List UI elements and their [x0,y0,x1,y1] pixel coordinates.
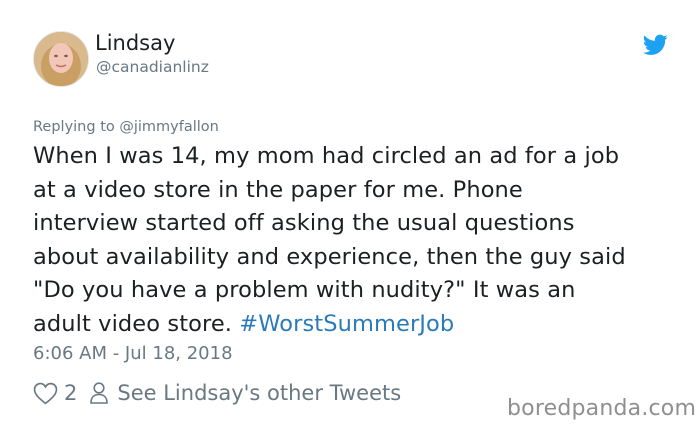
tweet-line: "Do you have a problem with nudity?" It … [33,277,576,303]
twitter-bird-icon[interactable] [642,34,668,56]
tweet-timestamp[interactable]: 6:06 AM - Jul 18, 2018 [33,343,233,364]
tweet-line: at a video store in the paper for me. Ph… [33,176,523,203]
tweet-line: about availability and experience, then … [33,243,626,270]
like-count[interactable]: 2 [64,381,77,405]
heart-icon[interactable] [33,382,58,405]
user-handle[interactable]: @canadianlinz [96,58,209,77]
replying-to[interactable]: Replying to @jimmyfallon [33,119,219,135]
avatar[interactable] [33,31,89,87]
tweet-text: When I was 14, my mom had circled an ad … [33,140,683,341]
tweet-line-last: adult video store. #WorstSummerJob [33,308,683,342]
avatar-image [34,32,88,86]
tweet-line-text: adult video store. [33,310,240,337]
tweet-line: interview started off asking the usual q… [33,210,575,236]
tweet-card: Lindsay @canadianlinz Replying to @jimmy… [0,0,700,436]
person-icon[interactable] [89,381,109,405]
other-tweets-link[interactable]: See Lindsay's other Tweets [117,381,401,405]
hashtag-link[interactable]: #WorstSummerJob [239,311,454,337]
display-name[interactable]: Lindsay [95,31,175,55]
tweet-actions: 2 See Lindsay's other Tweets [33,378,401,408]
tweet-line: When I was 14, my mom had circled an ad … [33,143,620,169]
watermark: boredpanda.com [507,396,697,421]
